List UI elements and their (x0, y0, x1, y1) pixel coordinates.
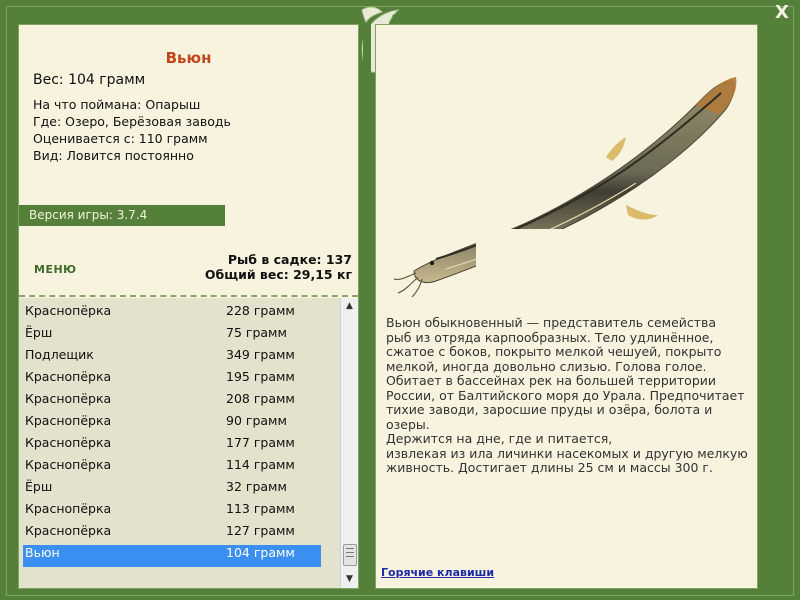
description-line: живность. Достигает длины 25 см и массы … (386, 460, 713, 475)
menu-button[interactable]: МЕНЮ (34, 263, 77, 276)
list-item-weight: 349 грамм (226, 347, 295, 362)
list-item-weight: 113 грамм (226, 501, 295, 516)
list-item[interactable]: Краснопёрка 228 грамм (23, 303, 321, 325)
list-item-name: Краснопёрка (25, 501, 112, 516)
fish-title: Вьюн (165, 49, 212, 67)
description-line: России, от Балтийского моря до Урала. Пр… (386, 387, 745, 403)
list-item[interactable]: Подлещик 349 грамм (23, 347, 321, 369)
description-line: сжатое с боков, покрыто мелкой чешуей, п… (386, 344, 722, 359)
list-item[interactable]: Краснопёрка 208 грамм (23, 391, 321, 413)
list-item-weight: 114 грамм (226, 457, 295, 472)
scroll-down-icon[interactable]: ▼ (341, 571, 358, 588)
list-item[interactable]: Краснопёрка 127 грамм (23, 523, 321, 545)
close-button[interactable]: X (772, 3, 792, 23)
list-item-name: Краснопёрка (25, 303, 112, 318)
close-icon: X (775, 2, 789, 23)
description-line: рыб из отряда карпообразных. Тело удлинё… (386, 329, 714, 345)
list-item-weight: 228 грамм (226, 303, 295, 318)
hotkeys-link[interactable]: Горячие клавиши (381, 566, 494, 579)
list-item-name: Краснопёрка (25, 523, 112, 538)
list-item[interactable]: Ёрш 32 грамм (23, 479, 321, 501)
list-item-name: Краснопёрка (25, 457, 112, 472)
list-item-name: Краснопёрка (25, 391, 112, 406)
description-line: Держится на дне, где и питается, (386, 431, 613, 446)
description-line: извлекая из ила личинки насекомых и друг… (386, 445, 748, 461)
catch-list-rows: Краснопёрка 228 грамм Ёрш 75 грамм Подлещик 3… (23, 303, 321, 567)
list-item-name: Подлещик (25, 347, 94, 362)
fish-weight: Вес: 104 грамм (33, 72, 146, 88)
list-item[interactable]: Ёрш 75 грамм (23, 325, 321, 347)
fish-info-panel: Вьюн Вес: 104 грамм На что поймана: Опар… (18, 24, 359, 589)
bait-line: На что поймана: Опарыш (33, 97, 201, 112)
description-line: тихие заводи, заросшие пруды и озёра, бо… (386, 402, 713, 432)
game-window: X Вьюн Вес: 104 грамм На что поймана: Оп… (0, 0, 800, 600)
list-item-weight: 104 грамм (226, 545, 295, 560)
fish-count: Рыб в садке: 137 (227, 252, 352, 267)
list-item-weight: 177 грамм (226, 435, 295, 450)
list-item-name: Краснопёрка (25, 369, 112, 384)
kind-line: Вид: Ловится постоянно (33, 148, 194, 163)
fish-details: На что поймана: Опарыш Где: Озеро, Берёз… (33, 96, 231, 164)
dashed-divider (19, 295, 358, 297)
list-item-weight: 127 грамм (226, 523, 295, 538)
list-item[interactable]: Краснопёрка 114 грамм (23, 457, 321, 479)
total-weight: Общий вес: 29,15 кг (204, 267, 352, 282)
list-item[interactable]: Краснопёрка 90 грамм (23, 413, 321, 435)
list-item[interactable]: Краснопёрка 113 грамм (23, 501, 321, 523)
list-item-weight: 208 грамм (226, 391, 295, 406)
list-item[interactable]: Краснопёрка 177 грамм (23, 435, 321, 457)
scroll-up-icon[interactable]: ▲ (341, 298, 358, 315)
description-line: мелкой, иногда довольно слизью. Голова г… (386, 358, 707, 374)
list-item-name: Вьюн (25, 545, 60, 560)
description-line: Обитает в бассейнах рек на большей терри… (386, 373, 716, 388)
fish-description: Вьюн обыкновенный — представитель семейс… (386, 315, 751, 476)
list-item-name: Краснопёрка (25, 413, 112, 428)
version-label: Версия игры: 3.7.4 (19, 205, 225, 226)
panel-divider (363, 24, 371, 587)
value-line: Оценивается с: 110 грамм (33, 131, 208, 146)
scroll-thumb[interactable] (343, 544, 357, 566)
list-item-weight: 195 грамм (226, 369, 295, 384)
description-line: Вьюн обыкновенный — представитель семейс… (386, 315, 717, 330)
list-item-name: Ёрш (25, 479, 53, 494)
catch-stats: Рыб в садке: 137 Общий вес: 29,15 кг (205, 252, 352, 282)
fish-description-panel: Вьюн обыкновенный — представитель семейс… (375, 24, 758, 589)
place-line: Где: Озеро, Берёзовая заводь (33, 114, 231, 129)
list-item[interactable]: Краснопёрка 195 грамм (23, 369, 321, 391)
list-item[interactable]: Вьюн 104 грамм (23, 545, 321, 567)
catch-list: Краснопёрка 228 грамм Ёрш 75 грамм Подлещик 3… (19, 298, 358, 588)
list-item-weight: 75 грамм (226, 325, 287, 340)
list-item-weight: 90 грамм (226, 413, 287, 428)
list-item-name: Ёрш (25, 325, 53, 340)
list-item-name: Краснопёрка (25, 435, 112, 450)
list-scrollbar[interactable]: ▲ ▼ (340, 298, 358, 588)
list-item-weight: 32 грамм (226, 479, 287, 494)
